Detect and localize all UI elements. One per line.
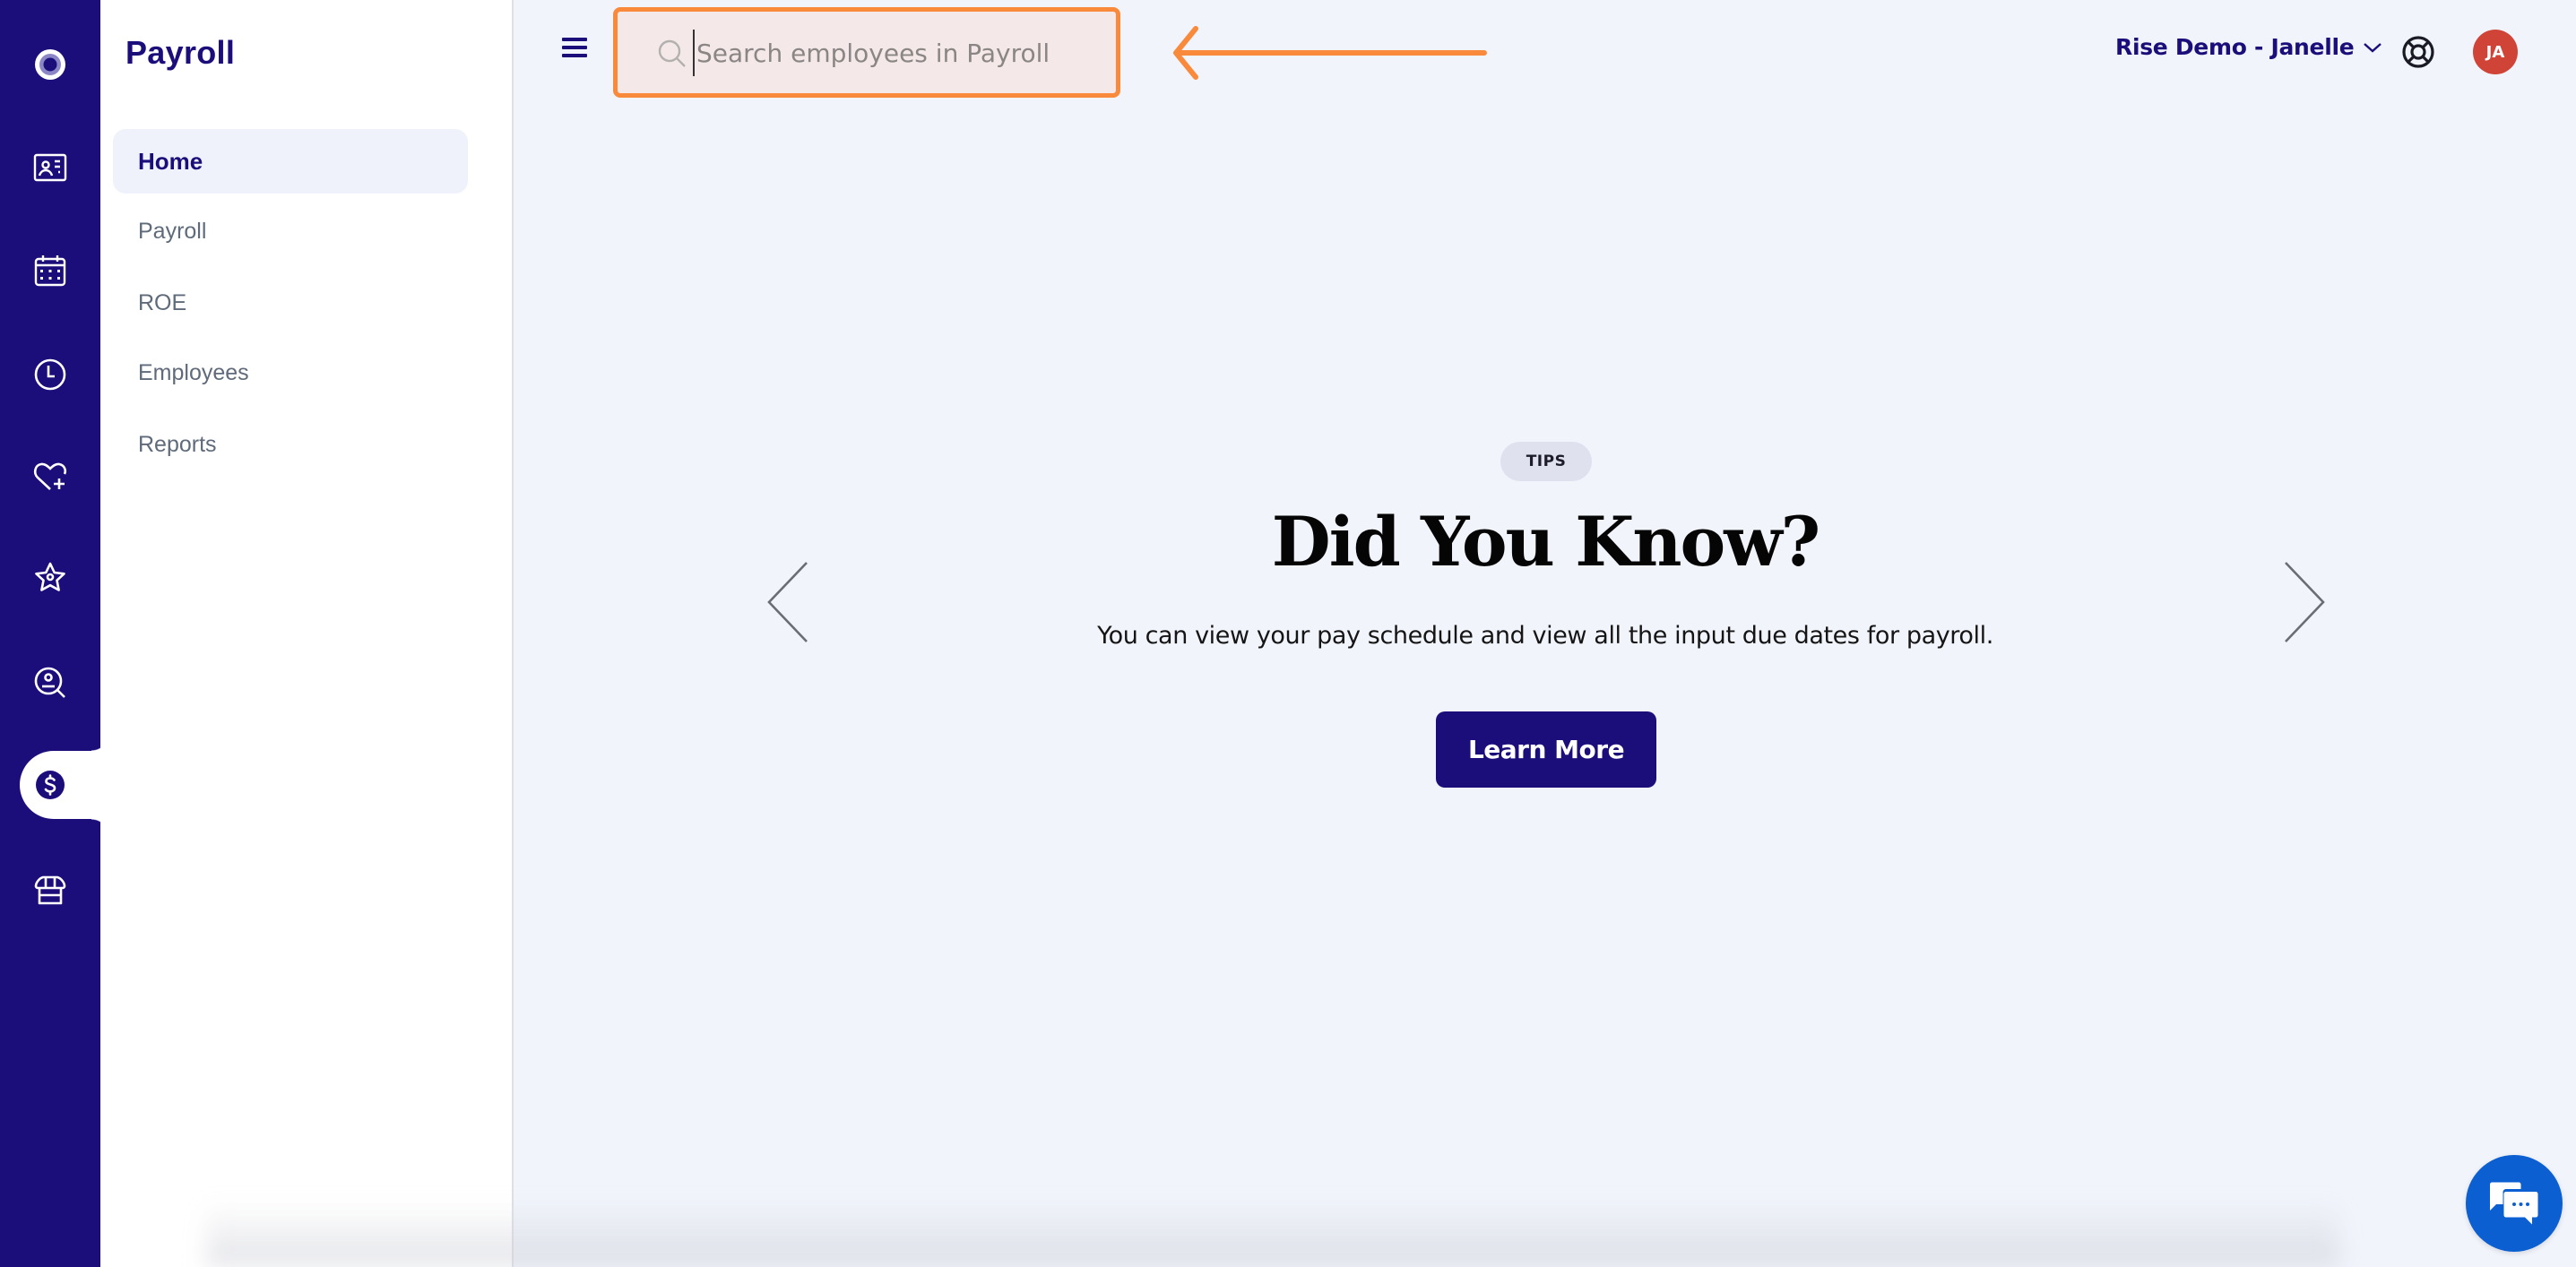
learn-more-button[interactable]: Learn More bbox=[1436, 711, 1656, 788]
menu-item-home[interactable]: Home bbox=[113, 129, 468, 194]
rail-item-time[interactable] bbox=[0, 339, 100, 410]
person-search-icon bbox=[34, 667, 65, 698]
menu-item-roe[interactable]: ROE bbox=[113, 271, 468, 335]
rail-item-performance[interactable] bbox=[0, 542, 100, 614]
search-box bbox=[613, 7, 1120, 98]
bottom-shadow bbox=[206, 1201, 2339, 1267]
menu-item-reports[interactable]: Reports bbox=[113, 412, 468, 477]
account-switcher[interactable]: Rise Demo - Janelle bbox=[2115, 34, 2382, 60]
logo-icon bbox=[35, 49, 65, 80]
account-label: Rise Demo - Janelle bbox=[2115, 34, 2355, 60]
rail-item-benefits[interactable] bbox=[0, 441, 100, 513]
dollar-icon bbox=[36, 771, 65, 799]
rail-item-payroll[interactable] bbox=[0, 749, 100, 821]
tips-badge: TIPS bbox=[1500, 442, 1592, 481]
hamburger-icon-bar bbox=[562, 54, 587, 57]
user-avatar[interactable]: JA bbox=[2473, 30, 2518, 74]
carousel-next-icon[interactable] bbox=[2277, 556, 2330, 649]
menu-item-employees[interactable]: Employees bbox=[113, 340, 468, 405]
tip-body: You can view your pay schedule and view … bbox=[1097, 622, 1993, 650]
heart-plus-icon bbox=[33, 462, 67, 490]
star-icon bbox=[35, 562, 65, 591]
rail-logo[interactable] bbox=[0, 29, 100, 100]
calendar-icon bbox=[34, 255, 66, 287]
menu-item-payroll[interactable]: Payroll bbox=[113, 199, 468, 263]
chevron-down-icon bbox=[2364, 42, 2382, 53]
store-icon bbox=[34, 875, 66, 905]
search-input[interactable] bbox=[693, 30, 1105, 76]
carousel-prev-icon[interactable] bbox=[762, 556, 816, 649]
chat-button[interactable] bbox=[2466, 1155, 2563, 1252]
secondary-nav-panel: Payroll Home Payroll ROE Employees Repor… bbox=[100, 0, 514, 1267]
icon-rail bbox=[0, 0, 109, 1267]
tip-heading: Did You Know? bbox=[1271, 502, 1820, 582]
rail-item-marketplace[interactable] bbox=[0, 854, 100, 926]
help-lifebuoy-icon[interactable] bbox=[2401, 35, 2435, 69]
rail-item-recruiting[interactable] bbox=[0, 647, 100, 719]
search-icon bbox=[658, 39, 686, 67]
hamburger-icon-bar bbox=[562, 38, 587, 41]
clock-icon bbox=[34, 358, 66, 391]
rail-item-directory[interactable] bbox=[0, 132, 100, 203]
rail-item-calendar[interactable] bbox=[0, 235, 100, 306]
id-card-icon bbox=[33, 153, 67, 182]
chat-bubbles-icon bbox=[2490, 1182, 2538, 1225]
panel-title: Payroll bbox=[125, 34, 236, 71]
hamburger-icon-bar bbox=[562, 46, 587, 49]
menu-toggle-button[interactable] bbox=[562, 38, 589, 63]
annotation-arrow-icon bbox=[1173, 26, 1487, 80]
